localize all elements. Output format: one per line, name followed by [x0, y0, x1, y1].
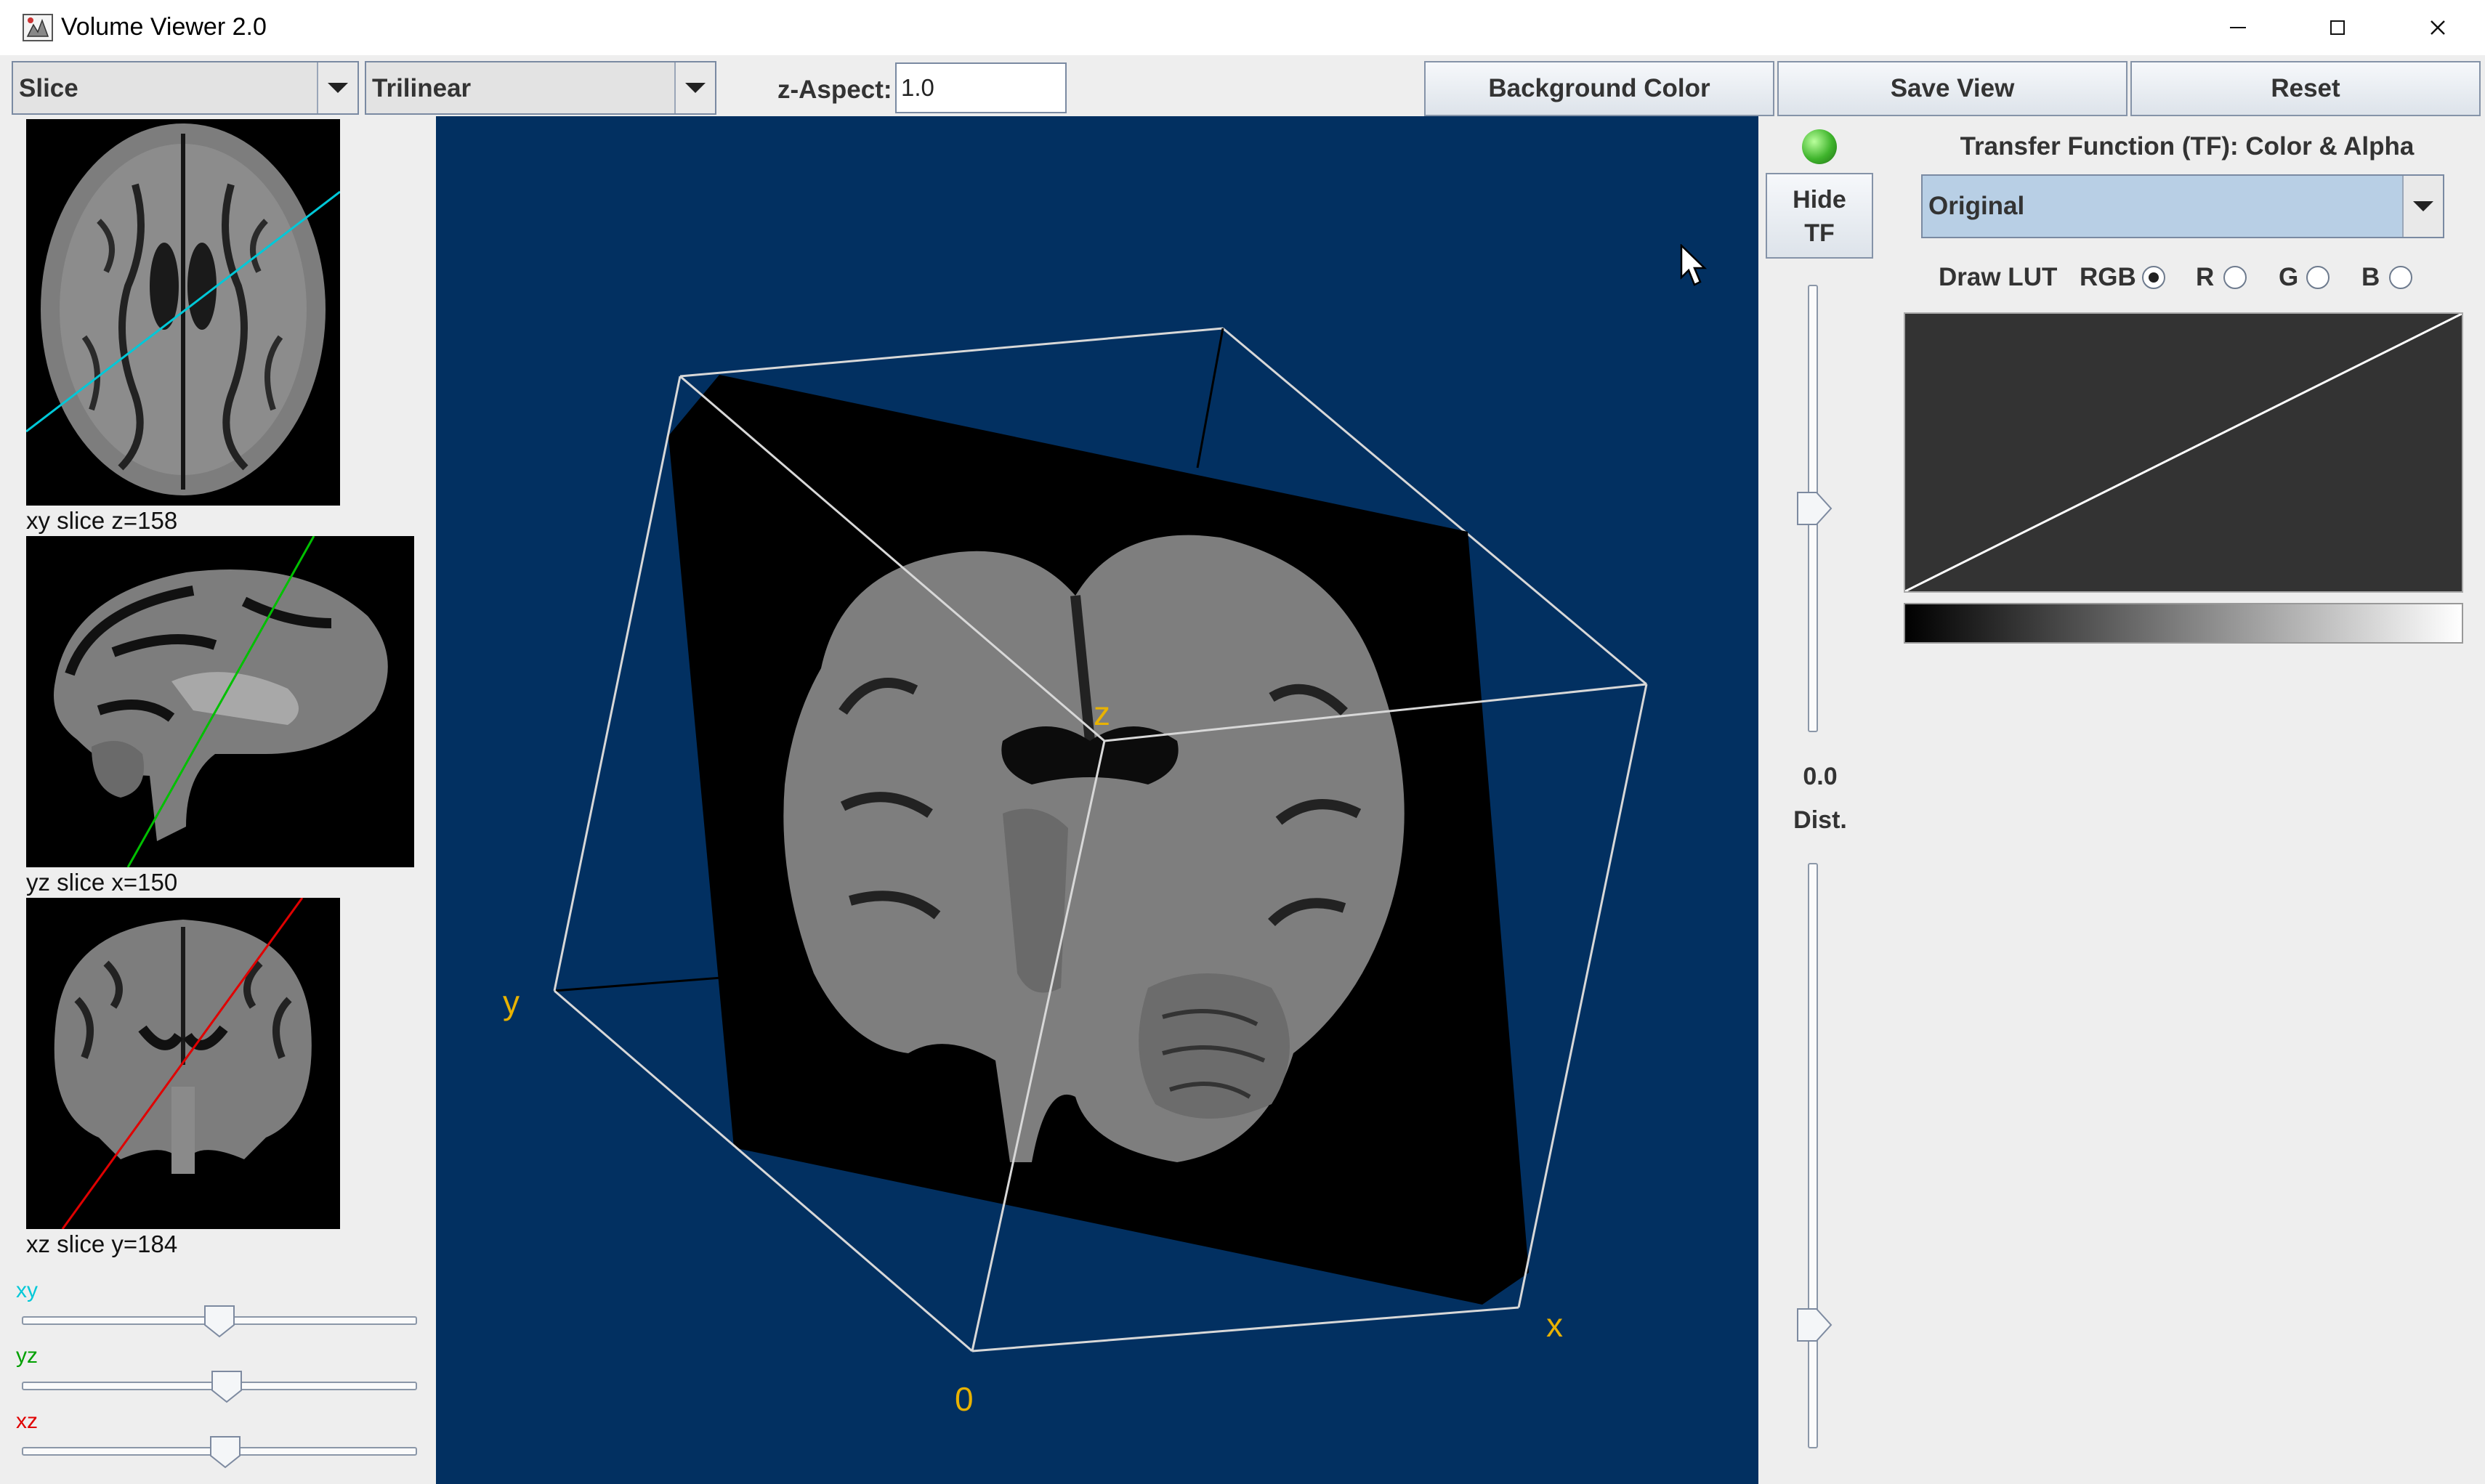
xy-slice-view[interactable]: [26, 119, 340, 506]
channel-b-label: B: [2361, 263, 2380, 291]
hide-tf-button[interactable]: Hide TF: [1766, 173, 1873, 259]
title-bar: Volume Viewer 2.0: [0, 0, 2485, 55]
app-icon: [23, 14, 53, 41]
yz-slice-caption: yz slice x=150: [26, 869, 178, 896]
chevron-down-icon[interactable]: [317, 62, 357, 113]
yz-slider-label: yz: [16, 1344, 38, 1368]
interpolation-select[interactable]: Trilinear: [365, 61, 716, 115]
mode-select[interactable]: Slice: [12, 61, 359, 115]
slider-thumb[interactable]: [211, 1370, 243, 1403]
yz-slider[interactable]: [22, 1370, 417, 1403]
interpolation-select-value: Trilinear: [372, 74, 472, 102]
dist-value: 0.0: [1803, 763, 1838, 790]
slider-thumb[interactable]: [1796, 491, 1833, 526]
xy-slider[interactable]: [22, 1305, 417, 1338]
chevron-down-icon[interactable]: [2402, 176, 2443, 237]
xy-slider-label: xy: [16, 1278, 38, 1302]
close-button[interactable]: [2391, 7, 2485, 48]
minimize-icon: [2230, 27, 2246, 28]
close-icon: [2431, 20, 2445, 35]
mode-select-value: Slice: [19, 74, 78, 102]
slider-thumb[interactable]: [203, 1305, 235, 1338]
volume-3d-view[interactable]: z y x 0: [436, 116, 1758, 1484]
volume-render: z y x 0: [503, 327, 1648, 1418]
axis-label-z: z: [1094, 694, 1110, 732]
channel-r-radio[interactable]: [2223, 266, 2247, 289]
lut-select-value: Original: [1928, 192, 2025, 220]
slider-thumb-icon: [204, 1305, 235, 1338]
transparency-slider[interactable]: [1793, 285, 1837, 735]
slider-thumb-icon: [1797, 492, 1833, 525]
xz-slice-caption: xz slice y=184: [26, 1230, 178, 1257]
xz-slider-label: xz: [16, 1409, 38, 1433]
channel-g-label: G: [2279, 263, 2299, 291]
channel-rgb-label: RGB: [2080, 263, 2136, 291]
slider-thumb-icon: [211, 1371, 242, 1403]
minimize-button[interactable]: [2191, 7, 2285, 48]
slider-thumb-icon: [1797, 1308, 1833, 1342]
xz-slider[interactable]: [22, 1435, 417, 1469]
slider-thumb-icon: [210, 1436, 241, 1469]
reset-button[interactable]: Reset: [2130, 61, 2481, 116]
lut-select[interactable]: Original: [1921, 174, 2444, 238]
chevron-down-icon[interactable]: [674, 62, 715, 113]
lut-gradient-bar: [1904, 603, 2463, 644]
yz-slice-view[interactable]: [26, 536, 414, 867]
xz-slice-view[interactable]: [26, 898, 340, 1229]
background-color-button[interactable]: Background Color: [1424, 61, 1774, 116]
yz-slice-image: [54, 536, 388, 867]
slider-thumb[interactable]: [209, 1435, 241, 1469]
z-aspect-label: z-Aspect:: [777, 76, 892, 104]
tf-title: Transfer Function (TF): Color & Alpha: [1960, 132, 2415, 161]
lut-curve: [1904, 312, 2462, 593]
draw-lut-label: Draw LUT: [1939, 263, 2058, 291]
xz-slice-image: [54, 898, 312, 1229]
mouse-cursor-icon: [1680, 244, 1708, 286]
channel-b-radio[interactable]: [2389, 266, 2412, 289]
maximize-icon: [2330, 20, 2345, 35]
slider-track: [1808, 863, 1818, 1448]
axis-label-x: x: [1546, 1306, 1563, 1344]
save-view-button[interactable]: Save View: [1777, 61, 2128, 116]
channel-rgb-radio[interactable]: [2142, 266, 2165, 289]
xy-slice-image: [26, 123, 340, 495]
slider-thumb[interactable]: [1796, 1307, 1833, 1342]
axis-label-origin: 0: [955, 1380, 974, 1418]
volume-viewer-window: Volume Viewer 2.0 Slice Trilinear z-Aspe…: [0, 0, 2485, 1484]
window-title: Volume Viewer 2.0: [61, 13, 267, 41]
z-aspect-input[interactable]: 1.0: [895, 62, 1067, 113]
channel-r-label: R: [2196, 263, 2215, 291]
dist-label: Dist.: [1793, 806, 1847, 834]
lut-curve-editor[interactable]: [1904, 312, 2463, 593]
maximize-button[interactable]: [2290, 7, 2385, 48]
status-led-icon: [1802, 129, 1837, 164]
axis-label-y: y: [503, 984, 520, 1021]
xy-slice-caption: xy slice z=158: [26, 507, 178, 534]
distance-slider[interactable]: [1793, 863, 1837, 1451]
channel-g-radio[interactable]: [2306, 266, 2330, 289]
